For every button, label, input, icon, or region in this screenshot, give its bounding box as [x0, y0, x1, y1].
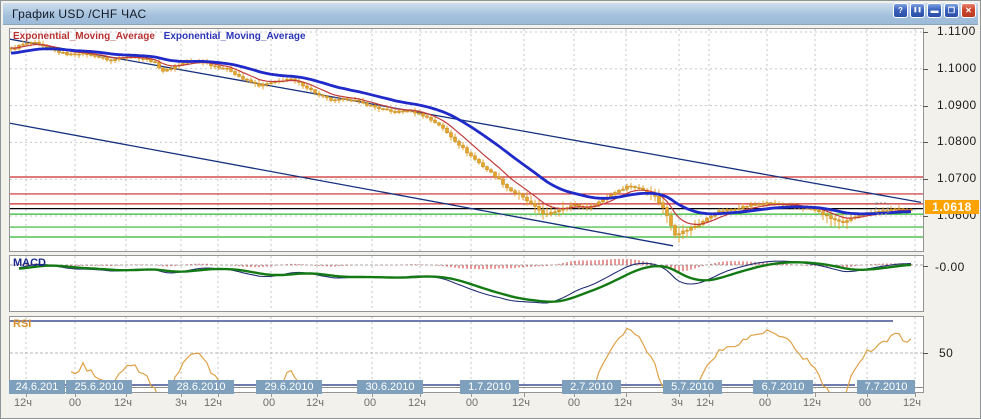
minimize-button[interactable]: ▬ — [927, 3, 942, 18]
date-label-1.7.2010: 1.7.2010 — [460, 380, 519, 394]
date-label-29.6.2010: 29.6.2010 — [256, 380, 322, 394]
time-label: 3ч — [671, 397, 683, 409]
restore-button[interactable]: ❒ — [944, 3, 959, 18]
price-tick — [923, 179, 928, 180]
time-label: 12ч — [408, 397, 426, 409]
macd-zero-tick — [923, 266, 928, 267]
price-tick — [923, 216, 928, 217]
macd-zero-label: -0.00 — [935, 260, 965, 274]
time-tick — [815, 393, 816, 397]
price-label-1.0900: 1.0900 — [937, 98, 977, 112]
time-label: 00 — [364, 397, 376, 409]
date-label-7.7.2010: 7.7.2010 — [857, 380, 915, 394]
time-label: 00 — [759, 397, 771, 409]
time-tick — [524, 393, 525, 397]
window-title: График USD /CHF ЧАС — [3, 7, 146, 21]
time-label: 12ч — [204, 397, 222, 409]
rsi-label: RSI — [13, 318, 31, 330]
time-label: 12ч — [14, 397, 32, 409]
time-label: 00 — [568, 397, 580, 409]
price-tick — [923, 106, 928, 107]
time-label: 12ч — [696, 397, 714, 409]
ema-fast-legend: Exponential_Moving_Average — [13, 31, 155, 42]
time-label: 00 — [263, 397, 275, 409]
time-label: 00 — [69, 397, 81, 409]
macd-canvas[interactable] — [10, 256, 923, 311]
price-tick — [923, 69, 928, 70]
date-label-28.6.2010: 28.6.2010 — [168, 380, 234, 394]
time-label: 3ч — [175, 397, 187, 409]
current-price-tag: 1.0618 — [925, 200, 979, 214]
date-label-25.6.2010: 25.6.2010 — [66, 380, 132, 394]
date-label-24.6.201: 24.6.201 — [9, 380, 65, 394]
time-label: 00 — [466, 397, 478, 409]
time-label: 00 — [859, 397, 871, 409]
pause-button[interactable]: ❚❚ — [910, 3, 925, 18]
macd-label: MACD — [13, 257, 46, 269]
chart-window: График USD /CHF ЧАС ?❚❚▬❒✕ Exponential_M… — [0, 0, 981, 419]
close-button[interactable]: ✕ — [961, 3, 976, 18]
date-label-30.6.2010: 30.6.2010 — [357, 380, 423, 394]
time-label: 12ч — [512, 397, 530, 409]
price-chart-canvas[interactable] — [10, 29, 923, 251]
price-label-1.0700: 1.0700 — [937, 171, 977, 185]
window-buttons: ?❚❚▬❒✕ — [893, 3, 976, 18]
rsi-mid-tick — [923, 353, 928, 354]
indicator-legend: Exponential_Moving_Average Exponential_M… — [13, 31, 306, 42]
price-tick — [923, 142, 928, 143]
time-label: 12ч — [306, 397, 324, 409]
ema-slow-line — [11, 49, 911, 214]
candles — [10, 39, 913, 242]
time-label: 12ч — [114, 397, 132, 409]
ema-slow-legend: Exponential_Moving_Average — [164, 31, 306, 42]
window-titlebar[interactable]: График USD /CHF ЧАС — [3, 3, 978, 25]
price-label-1.1000: 1.1000 — [937, 61, 977, 75]
price-tick — [923, 32, 928, 33]
time-label: 12ч — [614, 397, 632, 409]
price-label-1.1100: 1.1100 — [937, 24, 976, 38]
date-label-5.7.2010: 5.7.2010 — [663, 380, 722, 394]
rsi-mid-label: 50 — [939, 346, 953, 360]
date-label-2.7.2010: 2.7.2010 — [562, 380, 621, 394]
ema-fast-line — [11, 45, 911, 225]
time-tick — [626, 393, 627, 397]
macd-signal-line — [19, 262, 911, 302]
time-label: 12ч — [903, 397, 921, 409]
date-label-6.7.2010: 6.7.2010 — [753, 380, 813, 394]
time-tick — [915, 393, 916, 397]
time-label: 12ч — [803, 397, 821, 409]
help-button[interactable]: ? — [893, 3, 908, 18]
price-label-1.0800: 1.0800 — [937, 134, 977, 148]
